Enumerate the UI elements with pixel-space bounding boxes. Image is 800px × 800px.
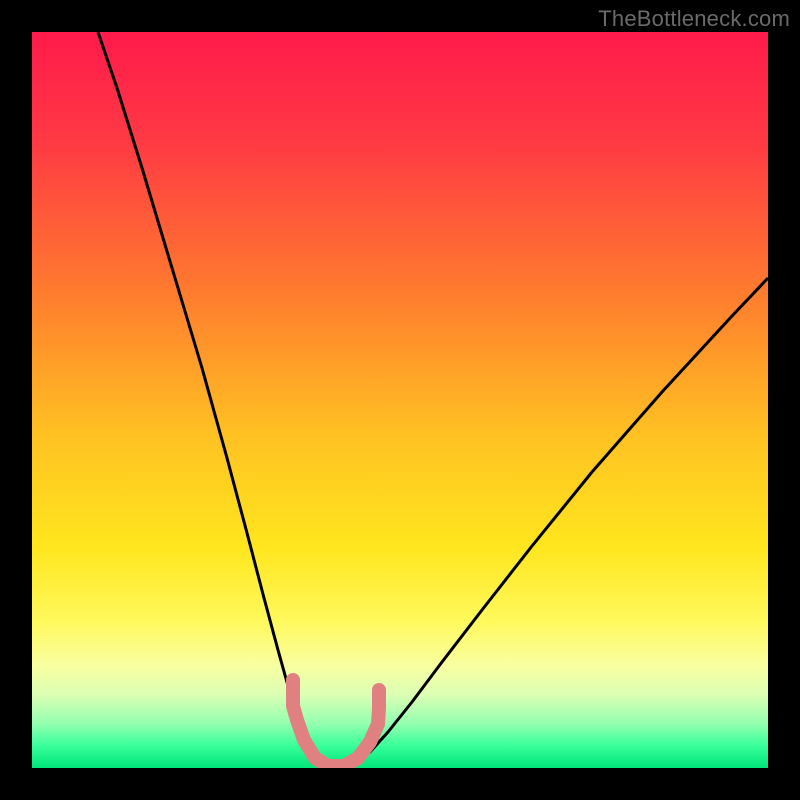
watermark-text: TheBottleneck.com <box>598 6 790 32</box>
plot-area <box>32 32 768 768</box>
series-left-branch <box>98 32 332 768</box>
chart-frame: TheBottleneck.com <box>0 0 800 800</box>
series-bottom-marker <box>293 680 379 766</box>
series-right-branch <box>332 278 768 768</box>
curve-layer <box>32 32 768 768</box>
